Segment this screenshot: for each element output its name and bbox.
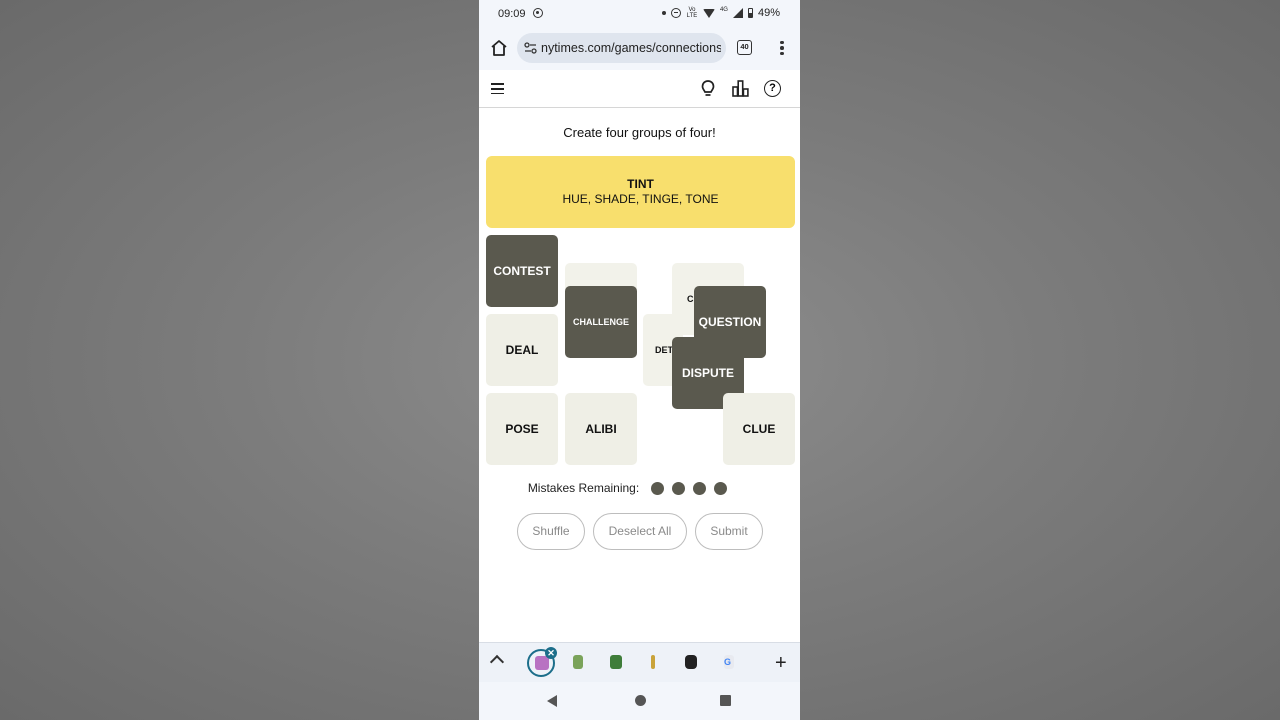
word-tile[interactable]: CLUE bbox=[723, 393, 795, 465]
word-tile-label: CONTEST bbox=[493, 264, 551, 278]
new-tab-icon[interactable]: + bbox=[775, 653, 787, 673]
home-circle-icon[interactable] bbox=[635, 695, 646, 706]
submit-button[interactable]: Submit bbox=[695, 513, 763, 550]
home-icon[interactable] bbox=[489, 38, 509, 58]
battery-icon bbox=[747, 8, 753, 18]
google-favicon-icon[interactable]: G bbox=[724, 655, 734, 669]
word-tile[interactable]: DEAL bbox=[486, 314, 558, 386]
word-tile-label: DET bbox=[655, 345, 673, 355]
word-tile-label: DISPUTE bbox=[681, 366, 734, 380]
word-tile-label: POSE bbox=[505, 422, 539, 436]
address-bar[interactable]: nytimes.com/games/connections bbox=[517, 33, 726, 63]
word-tile[interactable]: POSE bbox=[486, 393, 558, 465]
more-options-icon[interactable] bbox=[776, 39, 788, 57]
mistakes-remaining: Mistakes Remaining: bbox=[479, 480, 800, 496]
tab-favicon-icon[interactable] bbox=[651, 655, 655, 669]
tab-favicon-icon[interactable] bbox=[685, 655, 697, 669]
mistake-dot bbox=[672, 481, 686, 495]
tab-strip: ✕ G + bbox=[479, 642, 800, 682]
shuffle-button[interactable]: Shuffle bbox=[517, 513, 585, 550]
phone-screen: 09:09 Vo LTE 4G 49% nytimes.com/games/co… bbox=[479, 0, 800, 720]
system-nav-bar bbox=[479, 682, 800, 720]
mistake-dots bbox=[647, 481, 731, 495]
word-tile-selected[interactable]: CHALLENGE bbox=[565, 286, 637, 358]
word-tile-label: ALIBI bbox=[585, 422, 617, 436]
word-tile-selected[interactable]: CONTEST bbox=[486, 235, 558, 307]
word-tile-label: C bbox=[687, 294, 694, 304]
do-not-disturb-icon bbox=[670, 8, 681, 18]
word-tile-label: CHALLENGE bbox=[573, 317, 629, 327]
url-text[interactable]: nytimes.com/games/connections bbox=[541, 41, 721, 55]
word-tile[interactable]: ALIBI bbox=[565, 393, 637, 465]
wifi-icon bbox=[702, 8, 715, 18]
stats-icon[interactable] bbox=[732, 80, 749, 97]
site-settings-icon[interactable] bbox=[524, 42, 537, 54]
hamburger-menu-icon[interactable] bbox=[491, 83, 504, 95]
lightbulb-icon[interactable] bbox=[700, 79, 716, 99]
game-toolbar: ? bbox=[479, 70, 800, 108]
status-time: 09:09 bbox=[498, 8, 526, 20]
chevron-up-icon[interactable] bbox=[489, 654, 505, 670]
deselect-all-button[interactable]: Deselect All bbox=[593, 513, 687, 550]
solved-group-title: TINT bbox=[627, 177, 654, 191]
word-tile-label: QUESTION bbox=[698, 315, 762, 329]
tab-switcher-button[interactable]: 40 bbox=[737, 40, 752, 55]
mistake-dot bbox=[651, 481, 665, 495]
status-icons: Vo LTE 4G 49% bbox=[661, 7, 780, 19]
game-instruction: Create four groups of four! bbox=[563, 125, 716, 140]
back-icon[interactable] bbox=[547, 695, 557, 707]
solved-group-members: HUE, SHADE, TINGE, TONE bbox=[562, 192, 719, 206]
tab-favicon-icon[interactable] bbox=[610, 655, 622, 669]
tab-favicon-icon[interactable] bbox=[573, 655, 583, 669]
signal-icon bbox=[732, 8, 743, 18]
solved-group-yellow: TINT HUE, SHADE, TINGE, TONE bbox=[486, 156, 795, 228]
word-tile-label: CLUE bbox=[742, 422, 776, 436]
screen-record-icon bbox=[533, 8, 543, 18]
mistake-dot bbox=[693, 481, 707, 495]
volte-indicator: Vo LTE bbox=[686, 7, 698, 19]
recents-icon[interactable] bbox=[720, 695, 731, 706]
mistakes-label: Mistakes Remaining: bbox=[527, 481, 640, 495]
word-tile-label: DEAL bbox=[505, 343, 539, 357]
status-bar: 09:09 Vo LTE 4G 49% bbox=[479, 0, 800, 28]
network-type: 4G bbox=[719, 7, 728, 13]
mistake-dot bbox=[714, 481, 728, 495]
close-tab-icon[interactable]: ✕ bbox=[545, 647, 557, 659]
browser-toolbar: nytimes.com/games/connections 40 bbox=[479, 28, 800, 70]
battery-percent: 49% bbox=[757, 7, 780, 19]
help-icon[interactable]: ? bbox=[764, 80, 781, 97]
notification-dot-icon bbox=[661, 11, 666, 15]
